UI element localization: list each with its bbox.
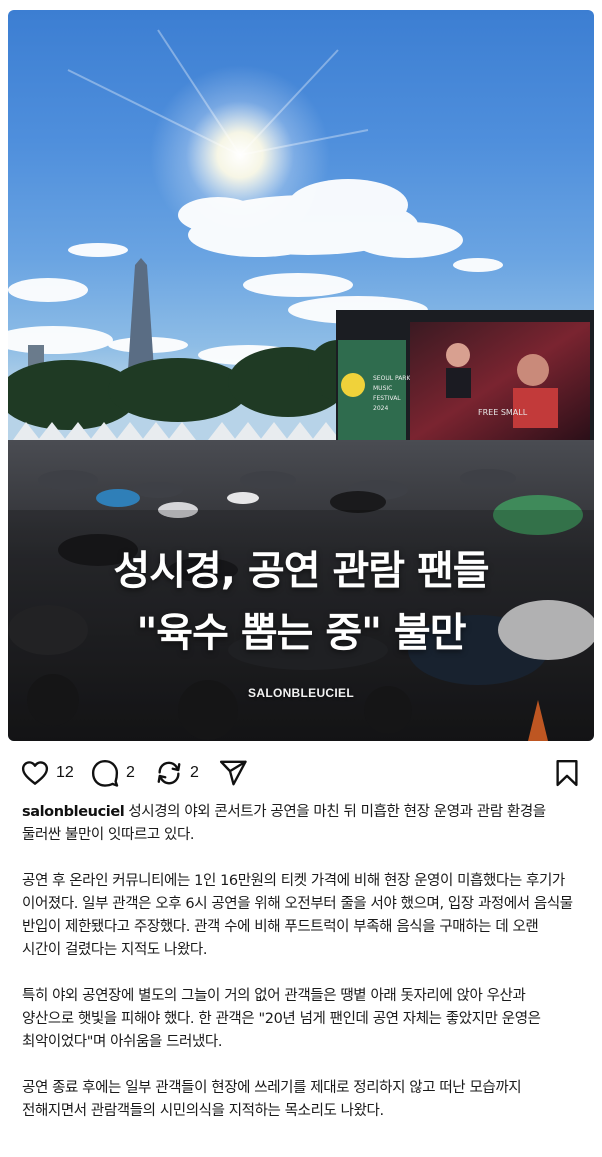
lotte-tower [128,258,154,370]
comment-count: 2 [126,764,135,781]
heart-icon [21,761,49,785]
headline-line-1: 성시경, 공연 관람 팬들 [113,548,489,594]
post-caption: salonbleuciel 성시경의 야외 콘서트가 공연을 마친 뒤 미흡한 현… [22,801,578,1146]
caption-paragraph-4: 공연 종료 후에는 일부 관객들이 현장에 쓰레기를 제대로 정리하지 않고 떠… [22,1080,522,1119]
save-button[interactable] [552,756,582,790]
caption-paragraph-1: salonbleuciel 성시경의 야외 콘서트가 공연을 마친 뒤 미흡한 현… [22,801,578,847]
svg-text:FESTIVAL: FESTIVAL [373,395,401,402]
post-card: SEOUL PARK MUSIC FESTIVAL 2024 FREE SMAL… [0,0,602,1157]
post-image[interactable]: SEOUL PARK MUSIC FESTIVAL 2024 FREE SMAL… [8,10,594,741]
stage-screen-text: FREE SMALL [478,408,528,417]
action-bar: 12 2 2 [20,756,582,790]
bookmark-icon [556,759,578,787]
send-icon [219,760,247,786]
like-count: 12 [56,764,74,781]
repost-icon [157,761,181,785]
stage-screen [410,322,590,440]
like-button[interactable]: 12 [20,756,74,790]
repost-count: 2 [190,764,199,781]
comment-bubble-icon [91,759,119,787]
caption-paragraph-2: 공연 후 온라인 커뮤니티에는 1인 16만원의 티켓 가격에 비해 현장 운영… [22,873,573,958]
username-link[interactable]: salonbleuciel [22,804,125,820]
share-button[interactable] [218,756,248,790]
svg-text:2024: 2024 [373,405,388,412]
caption-paragraph-3: 특히 야외 공연장에 별도의 그늘이 거의 없어 관객들은 땡볕 아래 돗자리에… [22,988,541,1050]
repost-button[interactable]: 2 [154,756,199,790]
festival-sign-text: SEOUL PARK [373,375,411,382]
svg-text:MUSIC: MUSIC [373,385,392,392]
comment-button[interactable]: 2 [90,756,135,790]
watermark: SALONBLEUCIEL [248,686,354,700]
headline-line-2: "육수 뽑는 중" 불만 [136,610,466,656]
